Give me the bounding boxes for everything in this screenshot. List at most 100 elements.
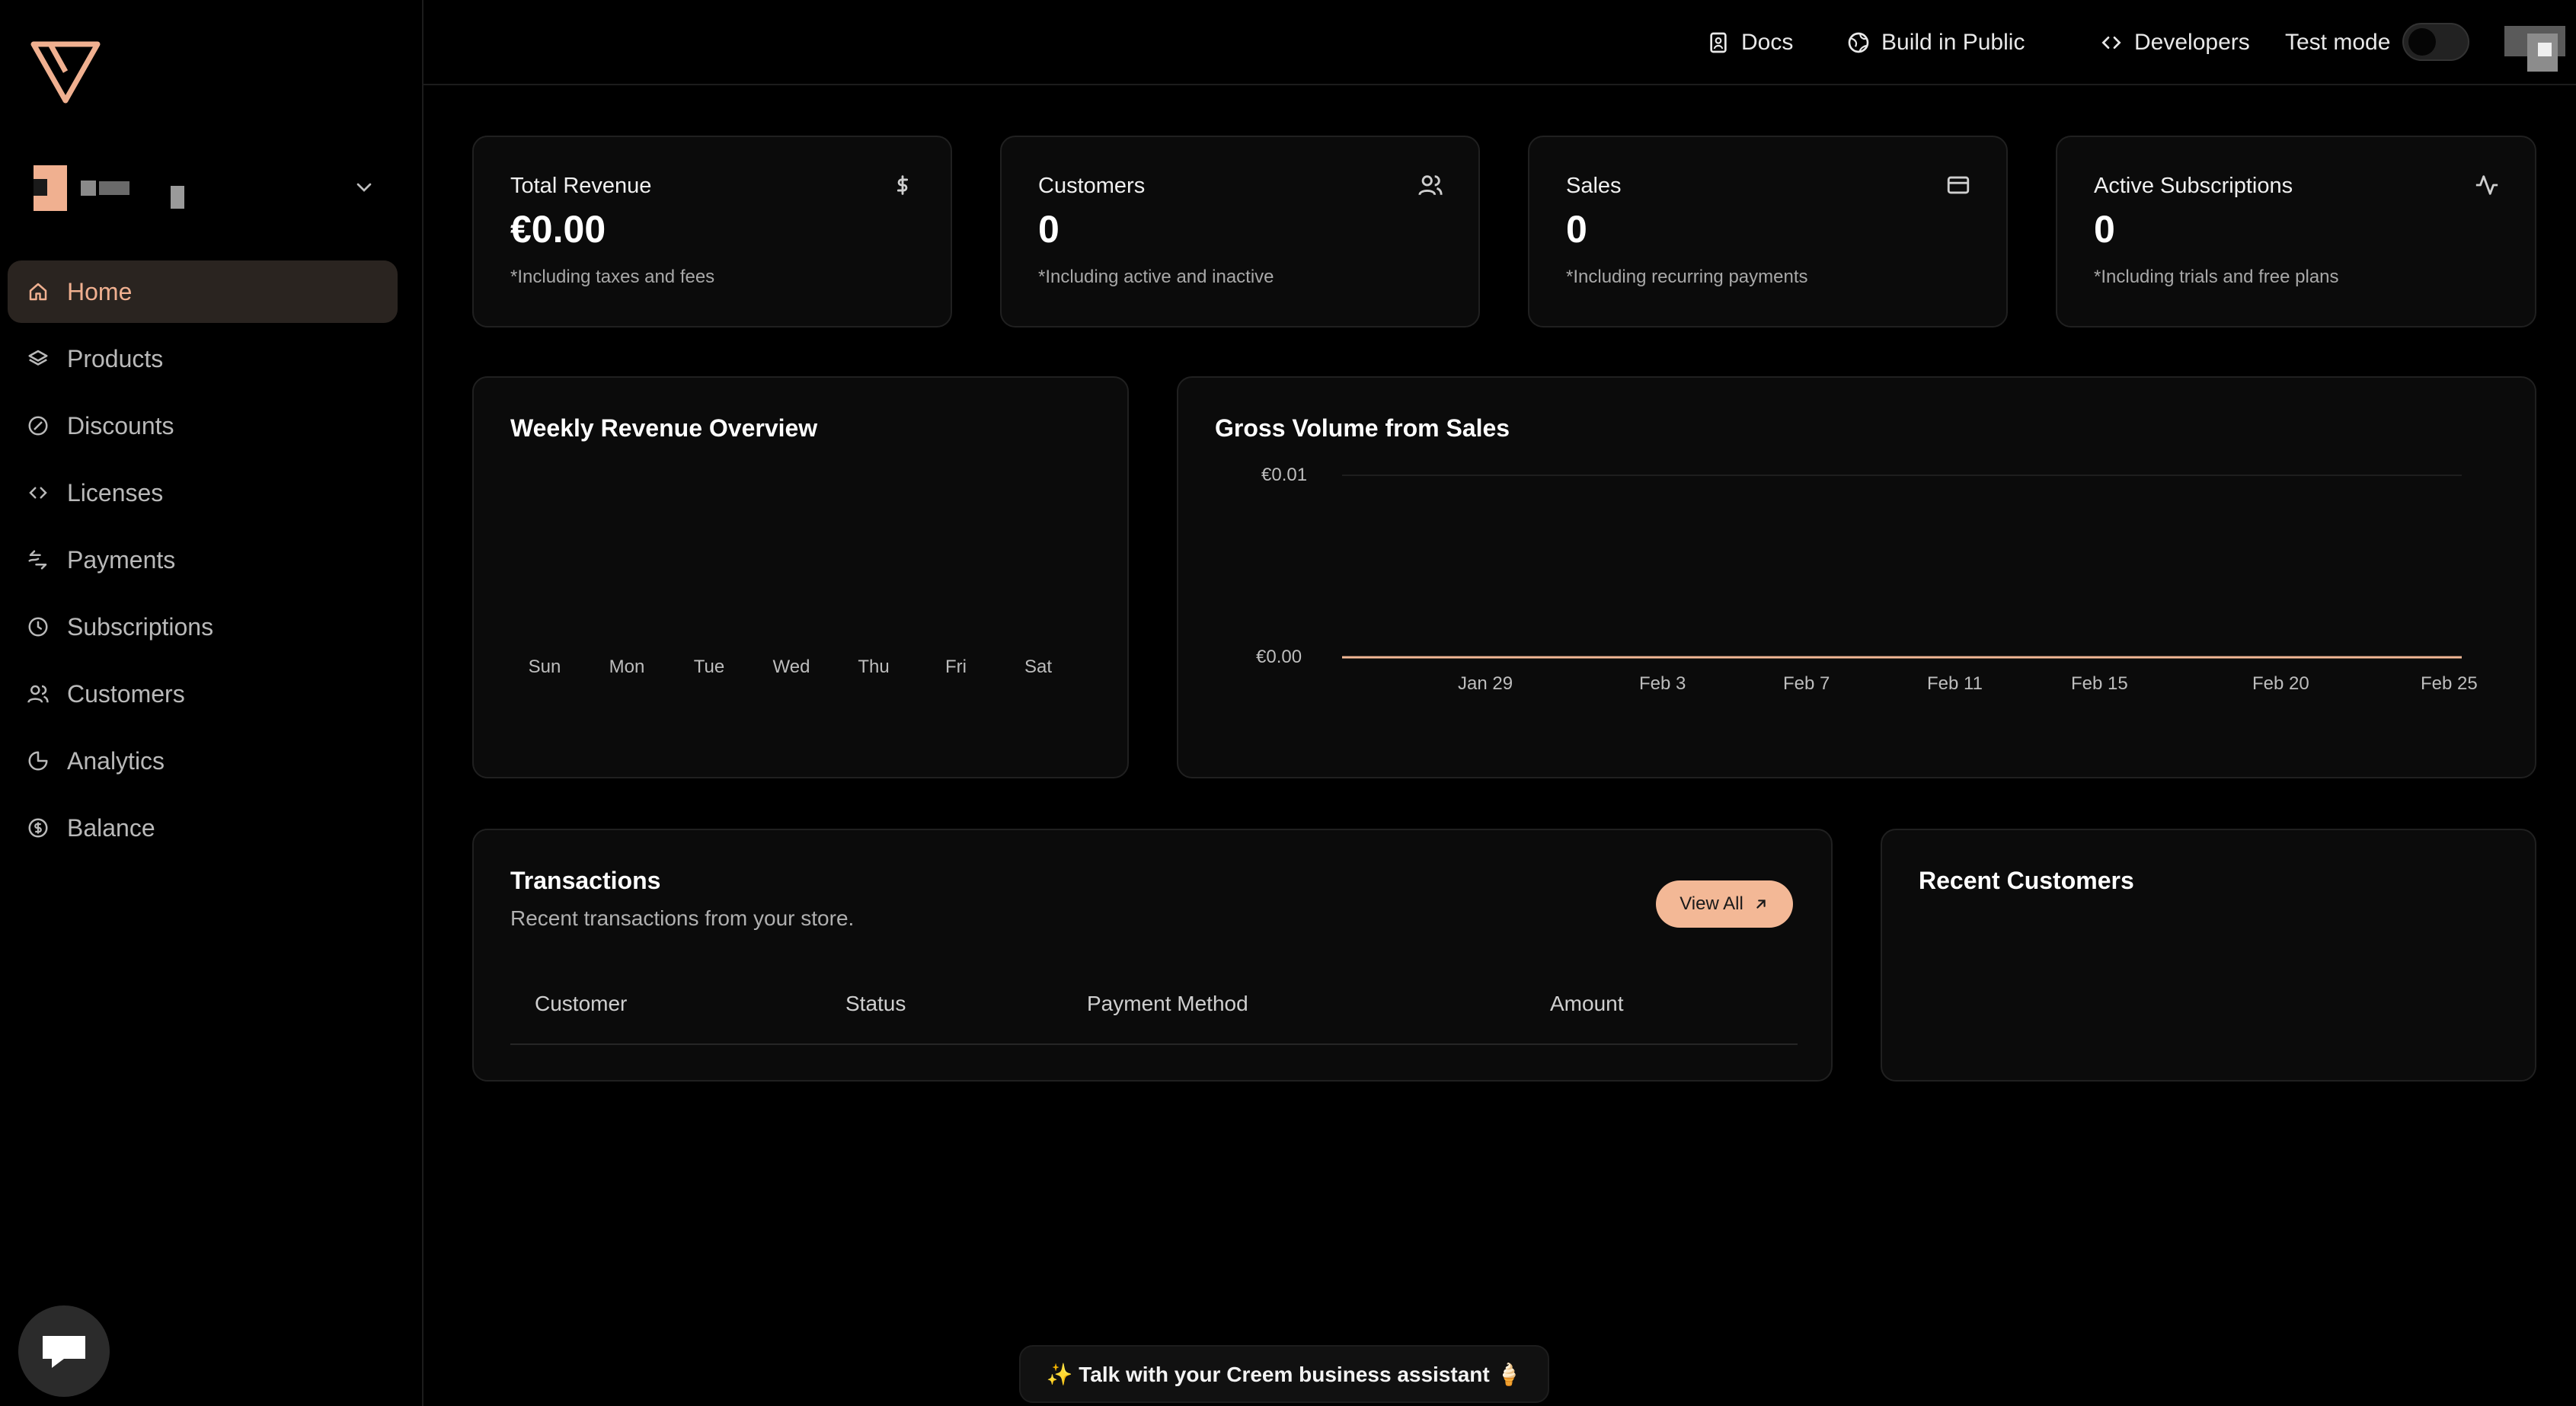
weekly-day-label: Fri: [945, 657, 967, 677]
x-tick-label: Feb 25: [2421, 673, 2478, 694]
sidebar-item-label: Customers: [67, 679, 185, 708]
workspace-switcher[interactable]: [34, 161, 376, 215]
weekly-day-label: Thu: [858, 657, 890, 677]
stat-value: €0.00: [510, 208, 606, 251]
globe-icon: [1848, 32, 1869, 53]
stat-value: 0: [2094, 208, 2115, 251]
sidebar-nav: Home Products Discounts Licenses Payment…: [8, 260, 398, 864]
stat-card-customers: Customers 0 *Including active and inacti…: [1000, 136, 1480, 328]
dollar-circle-icon: [28, 818, 48, 838]
x-tick-label: Feb 7: [1783, 673, 1830, 694]
x-tick-label: Feb 15: [2071, 673, 2128, 694]
weekly-day-label: Mon: [609, 657, 645, 677]
pie-chart-icon: [28, 751, 48, 771]
app-root: Home Products Discounts Licenses Payment…: [0, 0, 2576, 1406]
code-icon: [2101, 36, 2121, 49]
x-tick-label: Feb 3: [1639, 673, 1686, 694]
workspace-avatar: [34, 165, 67, 211]
x-tick-label: Feb 20: [2252, 673, 2309, 694]
sidebar-item-products[interactable]: Products: [8, 328, 398, 390]
stat-subtitle: *Including taxes and fees: [510, 267, 715, 287]
build-in-public-link[interactable]: Build in Public: [1846, 24, 2025, 61]
chat-widget-button[interactable]: [18, 1305, 110, 1397]
view-all-button[interactable]: View All: [1656, 880, 1793, 928]
y-tick-label: €0.00: [1256, 647, 1302, 667]
docs-label: Docs: [1741, 30, 1794, 55]
sidebar-item-payments[interactable]: Payments: [8, 529, 398, 591]
users-icon: [27, 685, 49, 703]
stat-subtitle: *Including trials and free plans: [2094, 267, 2339, 287]
arrow-up-right-icon: [1756, 900, 1766, 909]
card-subtitle: Recent transactions from your store.: [510, 906, 855, 930]
transactions-card: Transactions Recent transactions from yo…: [472, 829, 1833, 1082]
stat-card-sales: Sales 0 *Including recurring payments: [1528, 136, 2008, 328]
sidebar-item-analytics[interactable]: Analytics: [8, 730, 398, 792]
stat-subtitle: *Including recurring payments: [1566, 267, 1808, 287]
card-title: Transactions: [510, 867, 661, 894]
developers-label: Developers: [2134, 30, 2250, 55]
view-all-label: View All: [1680, 893, 1743, 914]
chevron-down-icon[interactable]: [352, 175, 376, 200]
docs-link[interactable]: Docs: [1706, 24, 1793, 61]
activity-icon: [2475, 175, 2498, 195]
column-header-customer[interactable]: Customer: [535, 992, 627, 1016]
build-in-public-label: Build in Public: [1881, 30, 2025, 55]
sidebar-item-label: Analytics: [67, 746, 165, 775]
sidebar-item-label: Balance: [67, 813, 155, 842]
weekly-day-label: Sun: [528, 657, 561, 677]
x-tick-label: Jan 29: [1458, 673, 1513, 694]
weekly-day-label: Sat: [1024, 657, 1053, 677]
clock-icon: [28, 617, 48, 637]
sidebar-item-label: Licenses: [67, 478, 164, 506]
assistant-label: ✨ Talk with your Creem business assistan…: [1046, 1362, 1523, 1386]
table-divider: [510, 1043, 1798, 1045]
stat-title: Total Revenue: [510, 174, 652, 198]
sidebar-item-licenses[interactable]: Licenses: [8, 462, 398, 524]
discount-icon: [28, 416, 48, 436]
test-mode-label: Test mode: [2285, 30, 2391, 55]
logo-icon[interactable]: [30, 41, 101, 104]
home-icon: [29, 283, 47, 301]
column-header-status[interactable]: Status: [845, 992, 906, 1016]
dollar-icon: [896, 175, 909, 195]
card-title: Recent Customers: [1919, 867, 2134, 894]
gross-volume-card: Gross Volume from Sales: [1177, 376, 2536, 778]
code-icon: [29, 487, 47, 499]
stat-title: Customers: [1038, 174, 1146, 198]
payments-icon: [28, 550, 47, 570]
stat-subtitle: *Including active and inactive: [1038, 267, 1274, 287]
chat-icon: [43, 1336, 85, 1368]
sidebar-item-discounts[interactable]: Discounts: [8, 395, 398, 457]
weekly-day-label: Tue: [693, 657, 725, 677]
sidebar-item-label: Discounts: [67, 411, 174, 439]
y-tick-label: €0.01: [1261, 465, 1308, 485]
card-title: Weekly Revenue Overview: [510, 414, 818, 442]
layers-icon: [28, 350, 48, 366]
sidebar-item-label: Products: [67, 344, 164, 372]
x-tick-label: Feb 11: [1927, 673, 1983, 694]
sidebar-item-balance[interactable]: Balance: [8, 797, 398, 859]
sidebar-item-customers[interactable]: Customers: [8, 663, 398, 725]
test-mode-toggle[interactable]: [2402, 23, 2469, 61]
card-title: Gross Volume from Sales: [1215, 414, 1510, 442]
stat-value: 0: [1566, 208, 1587, 251]
column-header-payment-method[interactable]: Payment Method: [1087, 992, 1248, 1016]
column-header-amount[interactable]: Amount: [1550, 992, 1624, 1016]
assistant-button[interactable]: ✨ Talk with your Creem business assistan…: [1019, 1345, 1549, 1403]
weekly-day-label: Wed: [772, 657, 810, 677]
workspace-name-pixelated: [81, 168, 184, 209]
topbar: Docs Build in Public Developers Test mod…: [423, 0, 2576, 85]
sidebar-item-home[interactable]: Home: [8, 260, 398, 323]
stat-card-total-revenue: Total Revenue €0.00 *Including taxes and…: [472, 136, 952, 328]
sidebar-item-subscriptions[interactable]: Subscriptions: [8, 596, 398, 658]
developers-link[interactable]: Developers: [2099, 24, 2250, 61]
recent-customers-card: Recent Customers: [1881, 829, 2536, 1082]
sidebar-item-label: Subscriptions: [67, 612, 214, 641]
sidebar-item-label: Payments: [67, 545, 176, 574]
stat-value: 0: [1038, 208, 1059, 251]
stat-card-active-subscriptions: Active Subscriptions 0 *Including trials…: [2056, 136, 2536, 328]
sidebar-item-label: Home: [67, 277, 133, 305]
users-icon: [1418, 175, 1443, 196]
user-avatar[interactable]: [2504, 21, 2565, 72]
credit-card-icon: [1947, 176, 1970, 194]
